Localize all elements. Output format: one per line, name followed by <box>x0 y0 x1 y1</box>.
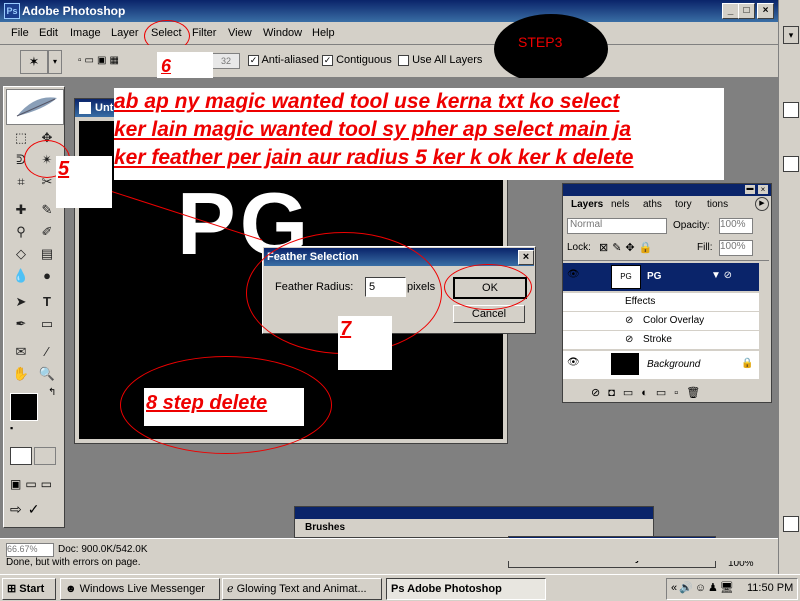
brushes-titlebar <box>295 507 653 519</box>
eye-icon[interactable]: 👁 <box>567 357 580 368</box>
lock-icon: 🔒 <box>741 358 754 369</box>
taskbar-messenger[interactable]: ☻ Windows Live Messenger <box>60 578 220 600</box>
tab-channels[interactable]: nels <box>611 199 629 210</box>
ok-button-highlight <box>444 264 532 310</box>
layer-panel-footer-icons[interactable]: ⊘◘▭◐▭▫🗑 <box>591 386 708 399</box>
instruction-line-2: ker lain magic wanted tool sy pher ap se… <box>114 118 632 141</box>
page-error-status: Done, but with errors on page. <box>6 557 141 568</box>
step7-box: 7 <box>338 316 392 370</box>
panel-close-icon[interactable]: × <box>758 185 768 194</box>
photoshop-icon: Ps <box>391 583 405 595</box>
tab-layers[interactable]: Layers <box>571 199 603 210</box>
lock-icons[interactable]: ⊠✎✥🔒 <box>599 241 656 254</box>
tab-brushes[interactable]: Brushes <box>305 522 345 533</box>
tab-paths[interactable]: aths <box>643 199 662 210</box>
zoom-percent-field[interactable]: 66.67% <box>6 543 54 557</box>
effect-icon: ⊘ <box>625 334 634 345</box>
step5-label: 5 <box>58 158 70 180</box>
layer-thumbnail: PG <box>611 265 641 289</box>
dialog-close-button[interactable]: × <box>518 250 534 265</box>
panel-minimize-icon[interactable]: ▬ <box>745 185 755 194</box>
system-tray: «🔊☺♟🖥 11:50 PM <box>666 578 798 600</box>
windows-flag-icon: ⊞ <box>7 583 17 595</box>
fill-field[interactable]: 100% <box>719 240 753 256</box>
effects-label: Effects <box>625 296 656 307</box>
taskbar-messenger-label: Windows Live Messenger <box>79 583 205 595</box>
layer-row-pg[interactable]: 👁 PG PG ▼ ⊘ <box>563 263 759 291</box>
color-overlay-label: Color Overlay <box>643 315 705 326</box>
brushes-palette: Brushes <box>294 506 654 538</box>
step5-box: 5 <box>56 156 112 208</box>
layers-panel-titlebar: ▬ × <box>563 184 771 196</box>
start-button[interactable]: ⊞ Start <box>2 578 56 600</box>
taskbar-photoshop-label: Adobe Photoshop <box>407 583 502 595</box>
browser-icon: ℯ <box>227 583 234 595</box>
layer-row-background[interactable]: 👁 Background 🔒 <box>563 351 759 379</box>
messenger-icon: ☻ <box>65 583 77 595</box>
layer-effects-icon[interactable]: ▼ ⊘ <box>711 270 732 281</box>
eye-icon[interactable]: 👁 <box>567 269 580 280</box>
blend-mode-select[interactable]: Normal <box>567 218 667 234</box>
taskbar-photoshop[interactable]: Ps Adobe Photoshop <box>386 578 546 600</box>
background-layer-name: Background <box>647 359 701 370</box>
layer-name: PG <box>647 271 662 282</box>
step8-box: 8 step delete <box>144 388 304 426</box>
layer-list: 👁 PG PG ▼ ⊘ Effects ⊘ Color Overlay ⊘ St… <box>563 260 769 385</box>
taskbar: ⊞ Start ☻ Windows Live Messenger ℯ Glowi… <box>0 574 800 601</box>
opacity-label: Opacity: <box>673 220 710 231</box>
doc-size-info: Doc: 900.0K/542.0K <box>58 544 148 555</box>
instructions-box: ab ap ny magic wanted tool use kerna txt… <box>114 88 724 180</box>
panel-menu-icon[interactable]: ▶ <box>755 197 769 211</box>
clock: 11:50 PM <box>747 582 794 594</box>
stroke-label: Stroke <box>643 334 672 345</box>
instruction-line-3: ker feather per jain aur radius 5 ker k … <box>114 146 634 169</box>
status-bar: 66.67% Doc: 900.0K/542.0K Done, but with… <box>0 538 778 568</box>
start-label: Start <box>19 583 45 595</box>
lock-label: Lock: <box>567 242 591 253</box>
tab-actions[interactable]: tions <box>707 199 728 210</box>
tray-icons[interactable]: «🔊☺♟🖥 <box>671 581 736 594</box>
instruction-line-1: ab ap ny magic wanted tool use kerna txt… <box>114 90 620 113</box>
tab-history[interactable]: tory <box>675 199 692 210</box>
stroke-row[interactable]: ⊘ Stroke <box>563 331 759 349</box>
step8-label: 8 step delete <box>146 392 268 414</box>
fill-label: Fill: <box>697 242 713 253</box>
step7-label: 7 <box>340 318 352 340</box>
color-overlay-row[interactable]: ⊘ Color Overlay <box>563 312 759 330</box>
opacity-field[interactable]: 100% <box>719 218 753 234</box>
background-thumbnail <box>611 353 639 375</box>
taskbar-browser[interactable]: ℯ Glowing Text and Animat... <box>222 578 382 600</box>
layers-panel: ▬ × Layers nels aths tory tions ▶ Normal… <box>562 183 772 403</box>
layer-effects-row[interactable]: Effects <box>563 293 759 311</box>
taskbar-browser-label: Glowing Text and Animat... <box>236 583 367 595</box>
effect-icon: ⊘ <box>625 315 634 326</box>
